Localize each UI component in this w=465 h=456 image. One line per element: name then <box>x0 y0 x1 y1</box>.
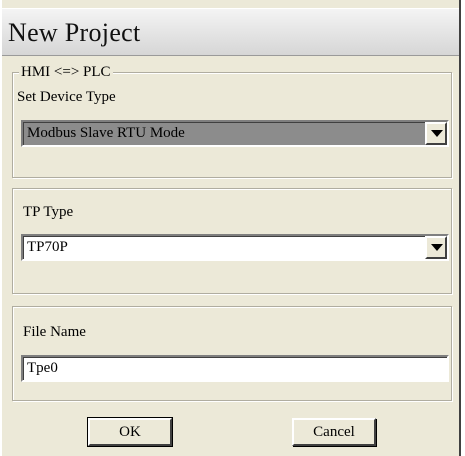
file-name-group: File Name Tpe0 <box>12 306 452 401</box>
tp-type-group: TP Type TP70P <box>12 188 452 294</box>
connection-group: HMI <=> PLC Set Device Type Modbus Slave… <box>12 64 452 178</box>
file-name-input[interactable]: Tpe0 <box>21 355 449 382</box>
chevron-down-icon <box>431 244 443 251</box>
cancel-button[interactable]: Cancel <box>292 418 376 446</box>
device-type-value: Modbus Slave RTU Mode <box>27 125 185 141</box>
tp-type-select[interactable]: TP70P <box>21 234 449 261</box>
dialog-title: New Project <box>8 18 141 47</box>
title-bar[interactable]: New Project <box>2 8 459 56</box>
ok-button[interactable]: OK <box>87 417 173 447</box>
device-type-label: Set Device Type <box>17 89 116 105</box>
tp-type-label: TP Type <box>23 204 74 220</box>
new-project-dialog: New Project HMI <=> PLC Set Device Type … <box>0 0 461 456</box>
chevron-down-icon <box>431 130 443 137</box>
file-name-label: File Name <box>23 324 86 340</box>
device-type-dropdown-button[interactable] <box>425 122 447 145</box>
device-type-select[interactable]: Modbus Slave RTU Mode <box>21 120 449 147</box>
file-name-value: Tpe0 <box>27 360 58 376</box>
tp-type-value: TP70P <box>27 239 68 255</box>
tp-type-dropdown-button[interactable] <box>425 236 447 259</box>
connection-group-legend: HMI <=> PLC <box>19 64 113 81</box>
